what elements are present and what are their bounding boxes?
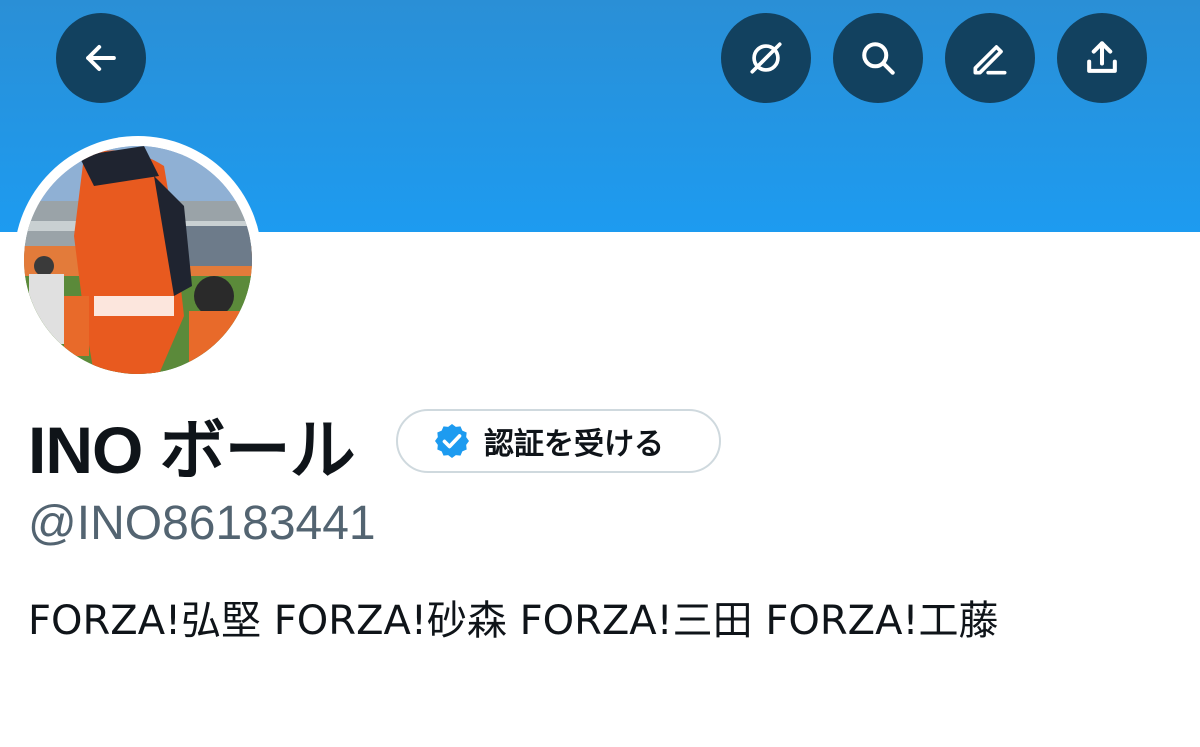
profile-bio: FORZA!弘堅 FORZA!砂森 FORZA!三田 FORZA!工藤 — [28, 598, 999, 644]
edit-icon — [973, 45, 1007, 75]
avatar-border — [14, 136, 262, 384]
arrow-left-icon — [86, 44, 116, 72]
display-name: INO ボール — [28, 413, 356, 487]
search-icon — [862, 42, 895, 75]
share-icon — [1087, 41, 1117, 73]
notifications-button[interactable] — [721, 13, 811, 103]
back-button[interactable] — [56, 13, 146, 103]
get-verified-label: 認証を受ける — [484, 427, 664, 462]
share-button[interactable] — [1057, 13, 1147, 103]
no-notifications-icon — [750, 42, 782, 74]
verified-badge-icon — [435, 424, 469, 458]
edit-button[interactable] — [945, 13, 1035, 103]
avatar[interactable] — [24, 146, 252, 374]
avatar-photo — [24, 146, 252, 374]
search-button[interactable] — [833, 13, 923, 103]
username-handle: @INO86183441 — [28, 497, 376, 550]
get-verified-button[interactable]: 認証を受ける — [396, 409, 721, 473]
display-name-row: INO ボール — [28, 405, 356, 487]
